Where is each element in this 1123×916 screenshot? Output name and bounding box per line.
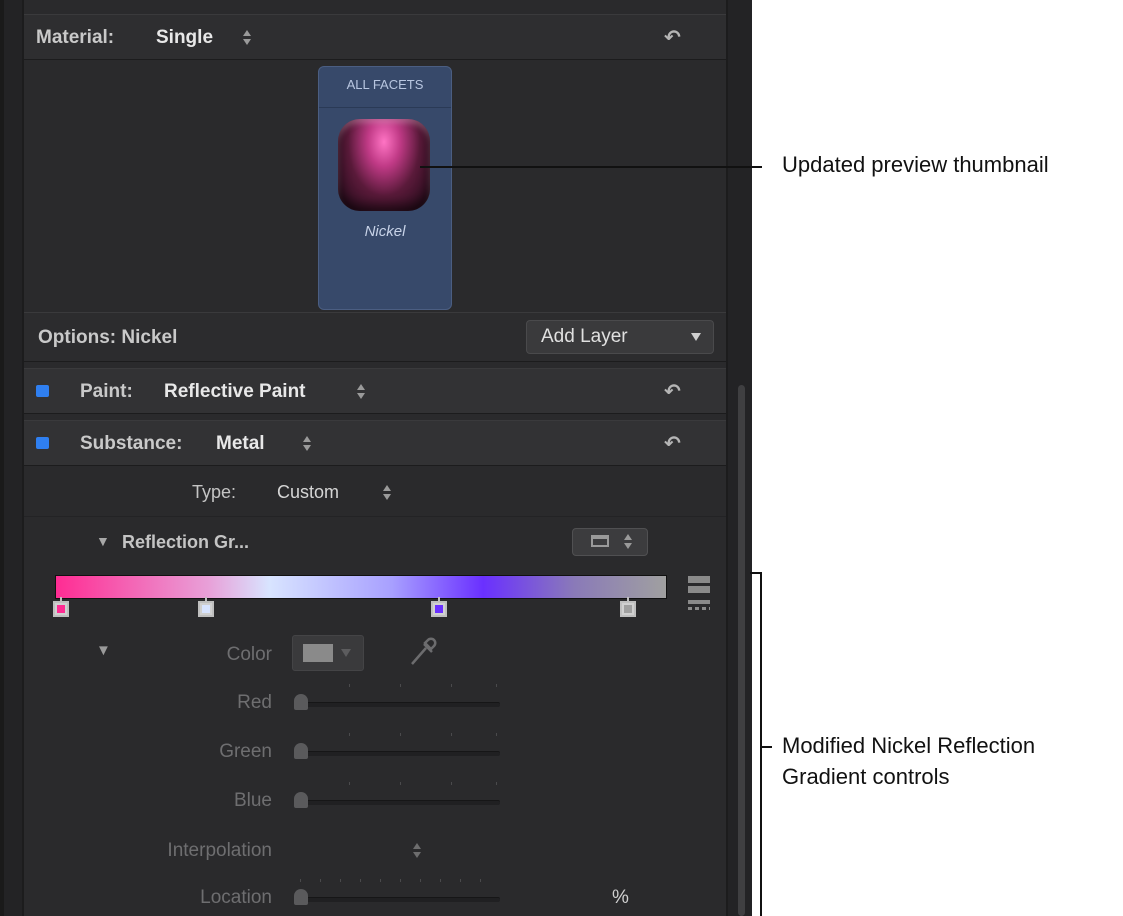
- material-label: Material:: [36, 27, 115, 48]
- location-ticks: [300, 879, 500, 882]
- green-label: Green: [219, 741, 272, 762]
- material-thumbnail[interactable]: ALL FACETS Nickel: [318, 66, 452, 310]
- slider-tick: [349, 782, 350, 785]
- type-row: Type: Custom: [24, 468, 726, 517]
- slider-tick: [349, 684, 350, 687]
- color-label: Color: [226, 644, 272, 665]
- gradient-options-icon[interactable]: [688, 576, 710, 620]
- red-slider-knob[interactable]: [294, 694, 308, 710]
- location-slider-knob[interactable]: [294, 889, 308, 905]
- slider-tick: [400, 684, 401, 687]
- interpolation-label: Interpolation: [167, 840, 272, 861]
- bracket-vertical: [760, 572, 762, 916]
- add-layer-button[interactable]: Add Layer: [526, 320, 714, 354]
- blue-slider-knob[interactable]: [294, 792, 308, 808]
- gradient-bar[interactable]: [55, 575, 667, 599]
- slider-tick: [451, 782, 452, 785]
- reset-icon[interactable]: ↶: [664, 379, 681, 404]
- gradient-stop[interactable]: [53, 601, 69, 617]
- gradient-callout-line1: Modified Nickel Reflection: [782, 733, 1036, 758]
- type-value[interactable]: Custom: [277, 482, 339, 503]
- gradient-stop[interactable]: [431, 601, 447, 617]
- add-layer-label: Add Layer: [541, 326, 628, 347]
- slider-tick: [496, 684, 497, 687]
- eyedropper-icon[interactable]: [408, 634, 438, 668]
- substance-enable-checkbox[interactable]: [36, 437, 49, 449]
- stop-swatch: [57, 605, 65, 613]
- paint-value[interactable]: Reflective Paint: [164, 381, 306, 403]
- paint-stepper-icon[interactable]: [356, 383, 366, 401]
- reset-icon[interactable]: ↶: [664, 431, 681, 456]
- substance-label: Substance:: [80, 433, 183, 454]
- facets-label: ALL FACETS: [346, 77, 424, 92]
- gradient-stop[interactable]: [198, 601, 214, 617]
- reset-icon[interactable]: ↶: [664, 25, 681, 50]
- stop-swatch: [202, 605, 210, 613]
- slider-tick: [496, 782, 497, 785]
- scrollbar-thumb[interactable]: [738, 385, 745, 916]
- options-label: Options: Nickel: [38, 327, 178, 348]
- chevron-down-icon: [341, 649, 351, 657]
- gradient-preset-button[interactable]: [572, 528, 648, 556]
- paint-row[interactable]: Paint: Reflective Paint ↶: [24, 368, 726, 414]
- location-unit: %: [612, 887, 629, 908]
- stop-swatch: [435, 605, 443, 613]
- reflection-gradient-header[interactable]: ▼ Reflection Gr...: [24, 520, 726, 566]
- material-row[interactable]: Material: Single ↶: [24, 14, 726, 60]
- disclosure-triangle-icon[interactable]: ▼: [96, 533, 110, 549]
- preset-stack-icon: [591, 535, 609, 547]
- red-label: Red: [237, 692, 272, 713]
- blue-slider[interactable]: [294, 800, 500, 805]
- slider-tick: [400, 782, 401, 785]
- paint-enable-checkbox[interactable]: [36, 385, 49, 397]
- green-slider[interactable]: [294, 751, 500, 756]
- location-slider[interactable]: [294, 897, 500, 902]
- chevron-down-icon: [691, 333, 701, 341]
- blue-label: Blue: [233, 790, 272, 811]
- slider-tick: [349, 733, 350, 736]
- gradient-callout-line2: Gradient controls: [782, 764, 950, 789]
- inspector-panel: Material: Single ↶ ALL FACETS Nickel Opt…: [0, 0, 752, 916]
- material-value[interactable]: Single: [156, 27, 213, 49]
- preset-stepper-icon: [623, 533, 633, 551]
- preview-cube-image: [338, 119, 430, 211]
- slider-tick: [496, 733, 497, 736]
- inspector-inner: Material: Single ↶ ALL FACETS Nickel Opt…: [22, 0, 728, 916]
- substance-value[interactable]: Metal: [216, 433, 265, 455]
- type-label: Type:: [192, 482, 237, 502]
- stop-swatch: [624, 605, 632, 613]
- thumbnail-divider: [319, 107, 451, 108]
- red-slider[interactable]: [294, 702, 500, 707]
- interpolation-stepper-icon[interactable]: [412, 842, 422, 860]
- paint-label: Paint:: [80, 381, 133, 402]
- material-stepper-icon[interactable]: [242, 29, 252, 47]
- location-label: Location: [200, 887, 272, 908]
- color-well[interactable]: [292, 635, 364, 671]
- substance-stepper-icon[interactable]: [302, 435, 312, 453]
- gradient-stop[interactable]: [620, 601, 636, 617]
- thumbnail-callout: Updated preview thumbnail: [782, 152, 1049, 177]
- substance-row[interactable]: Substance: Metal ↶: [24, 420, 726, 466]
- green-slider-knob[interactable]: [294, 743, 308, 759]
- color-swatch: [303, 644, 333, 662]
- slider-tick: [451, 733, 452, 736]
- thumbnail-name: Nickel: [364, 223, 406, 240]
- type-stepper-icon[interactable]: [382, 484, 392, 502]
- thumbnail-callout-line: [420, 166, 762, 168]
- slider-tick: [451, 684, 452, 687]
- bracket-pointer: [760, 746, 772, 748]
- slider-tick: [400, 733, 401, 736]
- reflection-gradient-label: Reflection Gr...: [122, 532, 250, 552]
